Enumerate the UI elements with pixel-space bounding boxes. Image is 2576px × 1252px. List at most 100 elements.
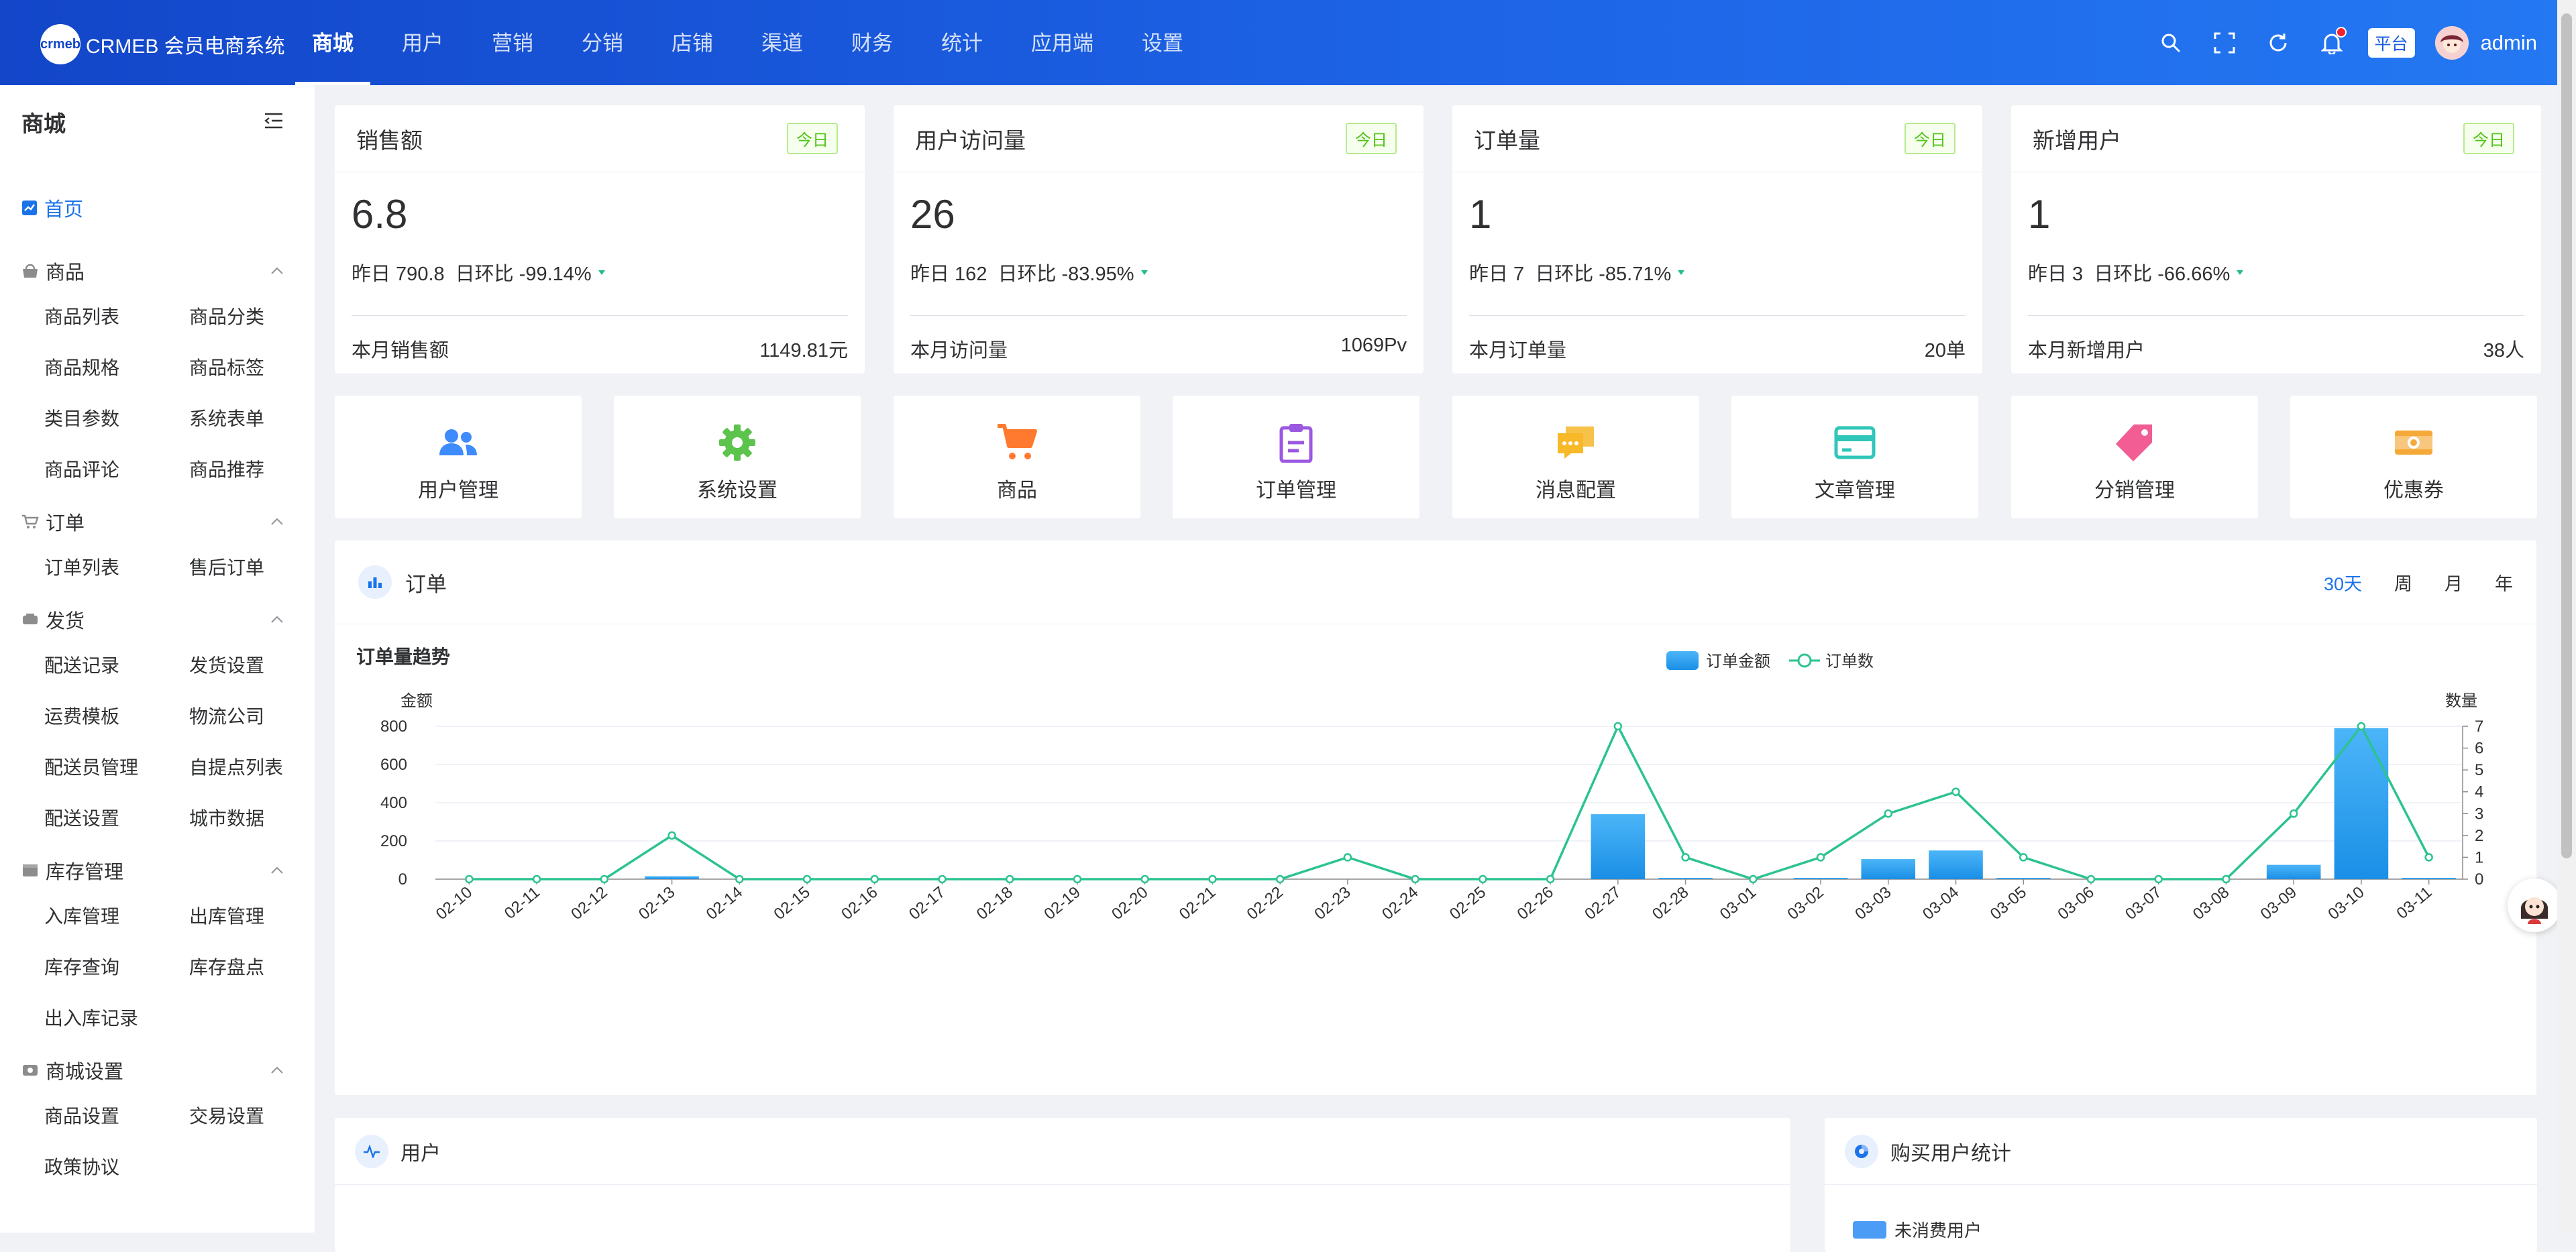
x-tick-label: 02-11 [501,883,543,923]
bar-order-amount [2402,878,2456,879]
sidebar-item[interactable]: 商品推荐 [189,445,315,496]
sidebar-item[interactable]: 交易设置 [189,1091,315,1142]
stat-compare: 昨日 162 日环比 -83.95% [910,258,1153,286]
line-point-order-count [1749,874,1758,884]
sidebar-item[interactable]: 配送记录 [44,640,189,691]
period-30-days[interactable]: 30天 [2324,569,2362,595]
avatar[interactable] [2434,25,2469,60]
x-tick-label: 02-21 [1176,883,1219,923]
stat-month-row: 本月访问量 1069Pv [910,335,1407,363]
line-point-order-count [2154,874,2163,884]
bar-order-amount [1996,878,2051,879]
chart-icon [22,201,37,215]
fullscreen-icon[interactable] [2198,16,2251,70]
quick-link-distribution-management[interactable]: 分销管理 [2011,396,2258,518]
sidebar-item[interactable]: 系统表单 [189,394,315,445]
stat-compare: 昨日 790.8 日环比 -99.14% [352,258,610,286]
bar-order-amount [1861,859,1916,879]
stat-card-visits: 用户访问量 今日 26 昨日 162 日环比 -83.95% 本月访问量 106… [894,105,1424,374]
quick-link-product[interactable]: 商品 [894,396,1140,518]
scrollbar-thumb[interactable] [2561,13,2572,858]
sidebar-item[interactable]: 订单列表 [44,543,189,593]
username[interactable]: admin [2481,31,2537,55]
top-menu-item-distribution[interactable]: 分销 [582,0,623,85]
quick-link-user-management[interactable]: 用户管理 [335,396,582,518]
sidebar-item[interactable]: 商品设置 [44,1091,189,1142]
top-menu-item-channel[interactable]: 渠道 [761,0,803,85]
y-left-tick-label: 200 [380,832,407,850]
x-tick-label: 03-01 [1717,883,1760,923]
sidebar-item[interactable]: 商品标签 [189,343,315,394]
quick-link-order-management[interactable]: 订单管理 [1173,396,1419,518]
sidebar-item[interactable]: 售后订单 [189,543,315,593]
sidebar-group-head-mall-settings[interactable]: 商城设置 [0,1049,315,1091]
sidebar-item[interactable]: 商品列表 [44,292,189,343]
divider [910,315,1407,316]
sidebar-group-head-order[interactable]: 订单 [0,501,315,543]
top-menu-item-app[interactable]: 应用端 [1031,0,1093,85]
stat-value: 26 [910,192,955,237]
caret-down-icon [598,270,605,275]
top-menu-item-finance[interactable]: 财务 [851,0,893,85]
legend-swatch [1853,1220,1886,1239]
sidebar-item[interactable]: 自提点列表 [189,742,315,793]
quick-link-coupon[interactable]: 优惠券 [2290,396,2537,518]
sidebar-group-head-shipping[interactable]: 发货 [0,599,315,640]
support-chat-avatar[interactable] [2508,878,2561,932]
sidebar-item[interactable]: 商品规格 [44,343,189,394]
user-panel-header: 用户 [335,1118,1790,1185]
brand[interactable]: crmeb CRMEB 会员电商系统 [40,24,285,64]
sidebar-item[interactable]: 出入库记录 [44,993,189,1044]
top-menu-item-mall[interactable]: 商城 [295,0,370,85]
quick-link-label: 用户管理 [418,479,498,502]
sidebar-group-head-product[interactable]: 商品 [0,250,315,292]
refresh-icon[interactable] [2251,16,2305,70]
order-panel-header: 订单 30天 周 月 年 [335,540,2536,624]
sidebar-item[interactable]: 商品分类 [189,292,315,343]
period-year[interactable]: 年 [2495,569,2513,595]
coupon-icon [2393,421,2434,464]
sidebar-item[interactable]: 入库管理 [44,891,189,942]
sidebar-item[interactable]: 类目参数 [44,394,189,445]
quick-link-system-settings[interactable]: 系统设置 [614,396,861,518]
cart-icon [22,514,39,528]
line-point-order-count [1479,874,1487,884]
period-week[interactable]: 周 [2394,569,2412,595]
collapse-menu-icon[interactable] [264,112,284,133]
top-menu-item-store[interactable]: 店铺 [672,0,713,85]
quick-link-message-config[interactable]: 消息配置 [1452,396,1699,518]
notification-bell-icon[interactable] [2305,16,2359,70]
quick-link-article-management[interactable]: 文章管理 [1731,396,1978,518]
top-menu-item-marketing[interactable]: 营销 [492,0,533,85]
sidebar-item[interactable]: 库存查询 [44,942,189,993]
line-point-order-count [2357,722,2366,731]
sidebar-item[interactable]: 城市数据 [189,793,315,844]
line-point-order-count [465,874,474,884]
sidebar-item[interactable]: 运费模板 [44,691,189,742]
bar-order-amount [1658,878,1713,879]
legend-item[interactable]: 未消费用户 [1853,1217,1982,1242]
top-menu-item-statistics[interactable]: 统计 [941,0,983,85]
sidebar-item[interactable]: 出库管理 [189,891,315,942]
line-point-order-count [1951,787,1960,796]
sidebar-group-head-inventory[interactable]: 库存管理 [0,850,315,891]
x-tick-label: 03-11 [2393,883,2435,923]
search-icon[interactable] [2144,16,2198,70]
tag-icon [2114,421,2155,464]
top-menu-item-settings[interactable]: 设置 [1142,0,1183,85]
stat-card-header: 用户访问量 今日 [894,105,1424,172]
sidebar-item[interactable]: 配送设置 [44,793,189,844]
sidebar-item[interactable]: 库存盘点 [189,942,315,993]
page-scrollbar[interactable] [2557,0,2576,1233]
sidebar-item[interactable]: 商品评论 [44,445,189,496]
y-right-tick-label: 5 [2475,761,2483,779]
stat-month-value: 1149.81元 [759,340,848,361]
stat-month-label: 本月新增用户 [2028,340,2145,361]
sidebar-item[interactable]: 配送员管理 [44,742,189,793]
sidebar-item-home[interactable]: 首页 [0,187,315,229]
top-menu-item-user[interactable]: 用户 [402,0,443,85]
sidebar-item[interactable]: 发货设置 [189,640,315,691]
sidebar-item[interactable]: 物流公司 [189,691,315,742]
period-month[interactable]: 月 [2445,569,2463,595]
sidebar-item[interactable]: 政策协议 [44,1142,189,1193]
